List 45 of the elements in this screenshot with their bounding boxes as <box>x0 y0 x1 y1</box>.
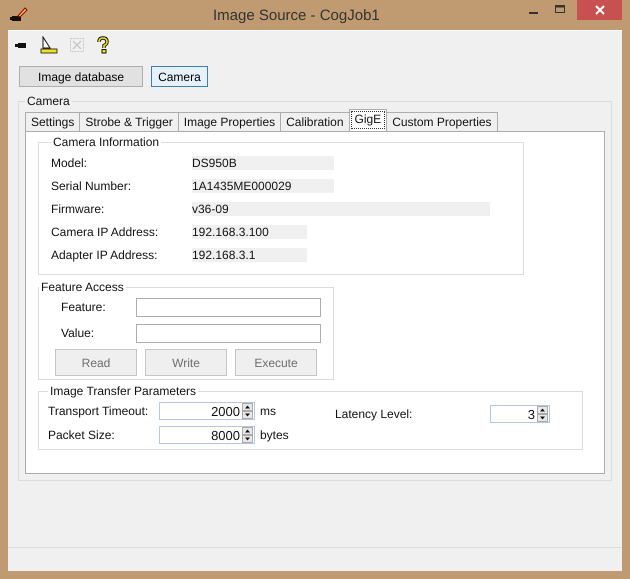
field-label: Transport Timeout: <box>48 404 150 418</box>
field-value: v36-09 <box>192 202 490 216</box>
field-label: Latency Level: <box>335 407 414 421</box>
field-label: Firmware: <box>51 202 106 216</box>
app-icon <box>10 7 28 23</box>
group-title: Camera Information <box>52 135 160 149</box>
field-label: Model: <box>51 156 88 170</box>
close-icon <box>594 4 606 16</box>
number-spinner[interactable]: 8000 <box>159 426 255 444</box>
group-title: Feature Access <box>40 280 125 294</box>
spin-up-icon[interactable] <box>537 406 548 414</box>
spin-down-icon[interactable] <box>242 435 253 443</box>
number-spinner[interactable]: 2000 <box>159 402 255 420</box>
field-label: Camera IP Address: <box>51 224 160 238</box>
tab[interactable]: Strobe & Trigger <box>79 112 179 131</box>
field-label: Feature: <box>60 300 107 314</box>
spin-down-icon[interactable] <box>242 411 253 419</box>
field-value: DS950B <box>192 156 334 170</box>
field-label: Value: <box>60 326 96 340</box>
field-value: 1A1435ME000029 <box>192 178 334 192</box>
unit-label: bytes <box>260 428 289 442</box>
help-icon[interactable] <box>96 36 110 54</box>
input-field[interactable] <box>136 298 321 316</box>
close-button[interactable] <box>577 0 622 20</box>
number-spinner[interactable]: 3 <box>490 405 550 423</box>
spin-down-icon[interactable] <box>537 414 548 422</box>
mode-button[interactable]: Camera <box>151 66 208 87</box>
field-label: Adapter IP Address: <box>51 248 159 262</box>
tab[interactable]: GigE <box>348 109 388 131</box>
group-title: Image Transfer Parameters <box>49 384 198 398</box>
mode-button[interactable]: Image database <box>19 66 144 87</box>
tab[interactable]: Image Properties <box>178 112 282 131</box>
field-label: Packet Size: <box>48 428 116 442</box>
tab[interactable]: Custom Properties <box>386 112 498 131</box>
field-label: Serial Number: <box>51 178 132 192</box>
window-title: Image Source - CogJob1 <box>213 6 380 24</box>
field-value: 192.168.3.100 <box>192 224 307 238</box>
field-value: 192.168.3.1 <box>192 248 307 262</box>
group-title: Camera <box>26 94 71 108</box>
unit-label: ms <box>260 404 276 418</box>
spin-up-icon[interactable] <box>242 403 253 411</box>
tab[interactable]: Settings <box>25 112 80 131</box>
ruler-icon[interactable] <box>40 36 58 54</box>
input-field[interactable] <box>136 324 321 342</box>
spin-up-icon[interactable] <box>242 427 253 435</box>
